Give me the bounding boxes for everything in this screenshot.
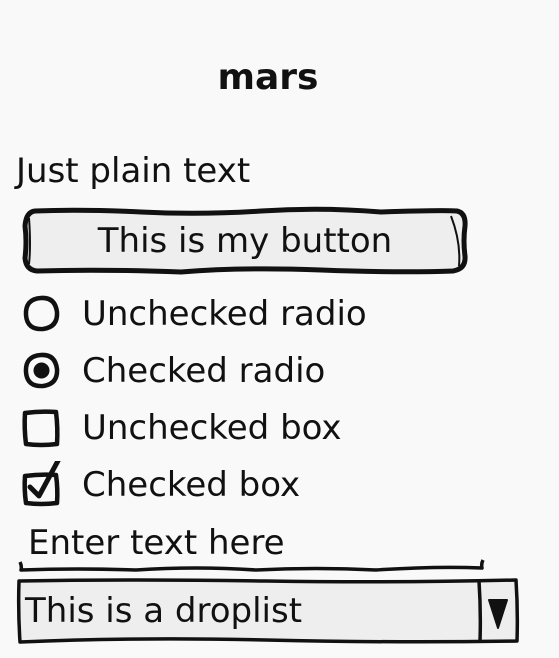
checkbox-checked-icon [22, 461, 61, 507]
checkbox-unchecked-label: Unchecked box [82, 408, 342, 448]
radio-unchecked[interactable]: Unchecked radio [18, 290, 478, 338]
text-input[interactable]: Enter text here [16, 520, 488, 576]
main-button[interactable]: This is my button [21, 206, 469, 276]
droplist-select[interactable]: This is a droplist [16, 576, 520, 646]
radio-checked[interactable]: Checked radio [18, 347, 478, 395]
checkbox-empty-icon [22, 409, 60, 448]
text-input-placeholder: Enter text here [28, 523, 285, 563]
radio-unchecked-label: Unchecked radio [82, 294, 367, 334]
radio-empty-icon [23, 295, 60, 332]
checkbox-checked[interactable]: Checked box [18, 461, 478, 509]
radio-filled-icon [23, 352, 60, 389]
checkbox-unchecked[interactable]: Unchecked box [18, 404, 478, 452]
main-button-label: This is my button [97, 221, 393, 261]
checkbox-checked-label: Checked box [82, 465, 301, 505]
droplist-selected-value: This is a droplist [25, 591, 303, 631]
plain-text-label: Just plain text [16, 151, 251, 191]
radio-checked-label: Checked radio [82, 351, 326, 391]
chevron-down-icon[interactable] [480, 580, 516, 642]
page-root: mars Just plain text This is my button U… [0, 0, 559, 658]
page-title: mars [217, 57, 319, 98]
